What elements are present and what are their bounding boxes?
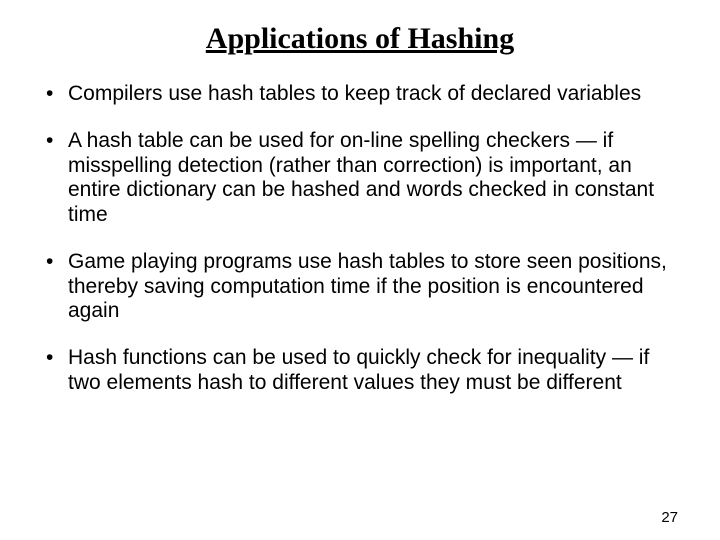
list-item: Game playing programs use hash tables to… bbox=[40, 250, 680, 324]
bullet-list: Compilers use hash tables to keep track … bbox=[40, 82, 680, 396]
page-number: 27 bbox=[661, 509, 678, 526]
list-item: A hash table can be used for on-line spe… bbox=[40, 129, 680, 228]
slide-title: Applications of Hashing bbox=[40, 22, 680, 56]
list-item: Hash functions can be used to quickly ch… bbox=[40, 346, 680, 396]
list-item: Compilers use hash tables to keep track … bbox=[40, 82, 680, 107]
